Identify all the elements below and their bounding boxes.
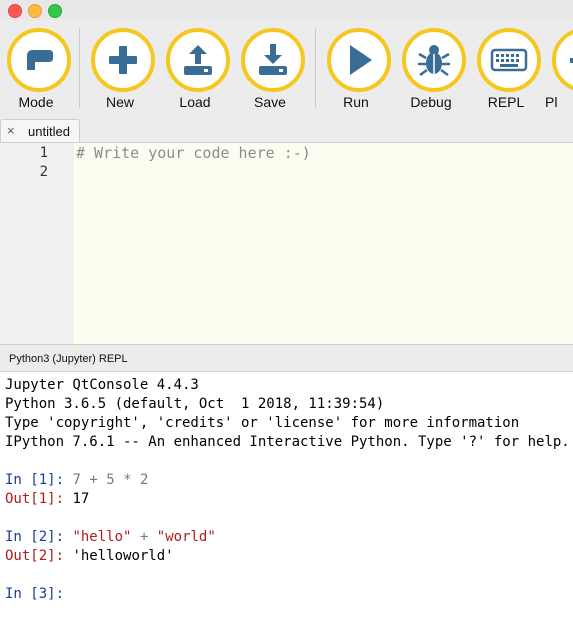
output-line: Out[1]: 17 [5, 491, 89, 507]
banner-line: Python 3.6.5 (default, Oct 1 2018, 11:39… [5, 396, 385, 412]
load-button-label: Load [179, 94, 211, 110]
input-token: "world" [156, 529, 216, 545]
input-line[interactable]: In [3]: [5, 586, 64, 602]
line-number: 1 [39, 145, 48, 161]
save-button-label: Save [254, 94, 286, 110]
minimize-window-button[interactable] [28, 4, 42, 18]
mode-icon [27, 50, 53, 70]
repl-button[interactable]: REPL [474, 28, 544, 116]
input-token: "hello" [72, 529, 132, 545]
out-prompt: Out[2]: [5, 548, 65, 564]
line-number: 2 [39, 164, 48, 180]
repl-title: Python3 (Jupyter) REPL [9, 353, 128, 365]
bug-icon [418, 45, 450, 77]
debug-button-label: Debug [410, 94, 452, 110]
line-number-gutter: 1 2 [0, 143, 74, 344]
input-token: 2 [139, 472, 149, 488]
download-icon [259, 44, 287, 75]
debug-button[interactable]: Debug [399, 28, 469, 116]
banner-line: Jupyter QtConsole 4.4.3 [5, 377, 199, 393]
banner-line: Type 'copyright', 'credits' or 'license'… [5, 415, 520, 431]
play-icon [350, 45, 372, 75]
input-token: + [139, 529, 149, 545]
mode-button-label: Mode [18, 94, 54, 110]
minus-icon [570, 58, 573, 63]
repl-button-label: REPL [487, 94, 525, 110]
load-button[interactable]: Load [163, 28, 233, 116]
tab-untitled[interactable]: × untitled [0, 119, 80, 142]
plus-icon [109, 46, 137, 74]
input-line: In [2]: "hello" + "world" [5, 529, 216, 545]
run-button-label: Run [343, 94, 369, 110]
close-icon[interactable]: × [7, 123, 15, 138]
toolbar: Mode New Load Save Run Debug REPL Pl [0, 20, 573, 116]
input-token: 5 [106, 472, 115, 488]
window-titlebar [0, 0, 573, 20]
mode-button[interactable]: Mode [4, 28, 74, 116]
zoom-window-button[interactable] [48, 4, 62, 18]
output-value: 'helloworld' [72, 548, 174, 564]
plotter-button-label: Pl [545, 94, 558, 110]
close-window-button[interactable] [8, 4, 22, 18]
plotter-button[interactable]: Pl [545, 28, 573, 116]
repl-pane-header: Python3 (Jupyter) REPL [0, 344, 573, 372]
code-comment-line[interactable]: # Write your code here :-) [76, 144, 311, 162]
tab-label: untitled [28, 124, 70, 139]
out-prompt: Out[1]: [5, 491, 65, 507]
output-line: Out[2]: 'helloworld' [5, 548, 174, 564]
code-editor[interactable]: 1 2 # Write your code here :-) [0, 143, 573, 344]
new-button-label: New [105, 94, 134, 110]
input-token: + [89, 472, 98, 488]
input-line: In [1]: 7 + 5 * 2 [5, 472, 148, 488]
tab-strip: × untitled [0, 116, 573, 143]
input-token: 7 [72, 472, 81, 488]
run-button[interactable]: Run [324, 28, 394, 116]
in-prompt: In [1]: [5, 472, 65, 488]
in-prompt: In [2]: [5, 529, 65, 545]
in-prompt: In [3]: [5, 586, 65, 602]
repl-console[interactable]: Jupyter QtConsole 4.4.3 Python 3.6.5 (de… [0, 372, 573, 640]
input-token: * [123, 472, 132, 488]
save-button[interactable]: Save [238, 28, 308, 116]
output-value: 17 [72, 491, 90, 507]
new-button[interactable]: New [88, 28, 158, 116]
keyboard-icon [490, 48, 528, 72]
upload-icon [184, 45, 212, 75]
banner-line: IPython 7.6.1 -- An enhanced Interactive… [5, 434, 570, 450]
